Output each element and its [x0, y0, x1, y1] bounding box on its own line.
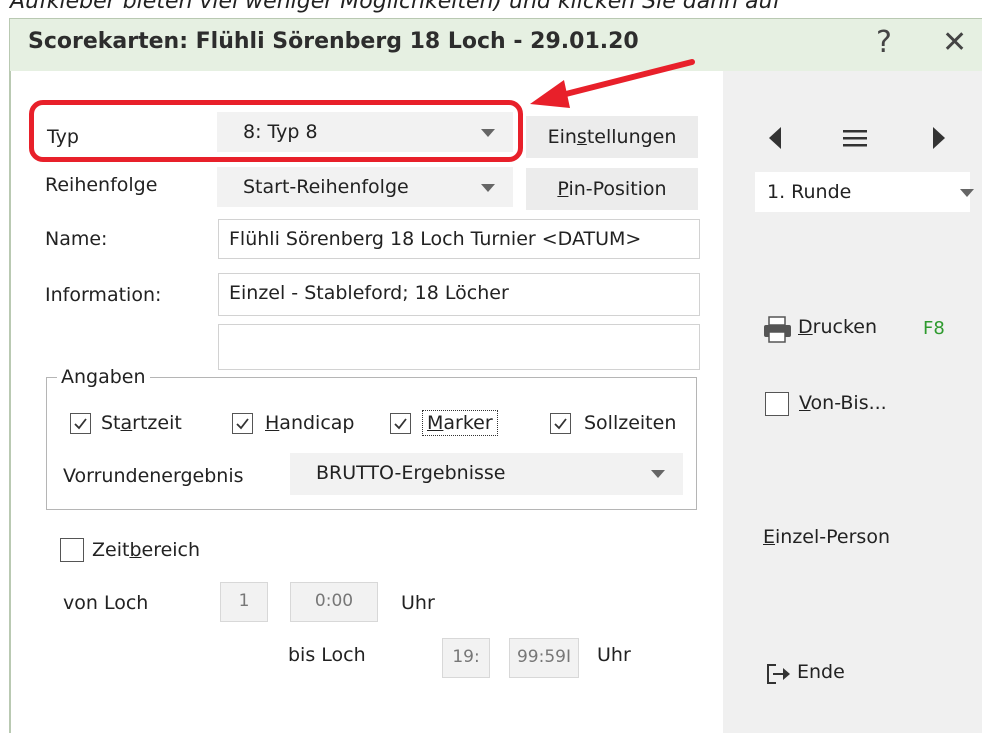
check-icon [554, 418, 567, 430]
ende-button[interactable]: Ende [766, 659, 886, 689]
startzeit-checkbox[interactable]: Startzeit [70, 410, 210, 440]
pin-position-button[interactable]: Pin-Position [526, 168, 698, 210]
typ-dropdown[interactable]: 8: Typ 8 [217, 112, 513, 152]
marker-checkbox[interactable]: Marker [390, 410, 540, 440]
zeitbereich-label: Zeitbereich [92, 539, 201, 561]
sollzeiten-checkbox[interactable]: Sollzeiten [550, 410, 695, 440]
information-label: Information: [45, 284, 162, 306]
von-loch-input[interactable]: 1 [220, 582, 268, 622]
einzel-person-button[interactable]: Einzel-Person [763, 526, 890, 548]
runde-value: 1. Runde [767, 181, 852, 203]
name-input[interactable]: Flühli Sörenberg 18 Loch Turnier <DATUM> [218, 219, 700, 259]
drucken-button[interactable]: Drucken F8 [763, 314, 963, 346]
handicap-label: Handicap [265, 412, 355, 434]
bis-loch-input[interactable]: 19: [442, 638, 490, 678]
bis-loch-label: bis Loch [288, 644, 366, 666]
handicap-checkbox[interactable]: Handicap [232, 410, 392, 440]
uhr-label-2: Uhr [597, 644, 631, 666]
startzeit-label: Startzeit [101, 412, 182, 434]
einstellungen-button[interactable]: Einstellungen [526, 116, 698, 158]
check-icon [74, 418, 87, 430]
vorrunden-label: Vorrundenergebnis [63, 465, 244, 487]
chevron-down-icon [481, 129, 495, 137]
check-icon [236, 418, 249, 430]
bis-time-input[interactable]: 99:59I [509, 638, 579, 678]
drucken-label: Drucken [798, 316, 877, 338]
printer-icon [764, 316, 791, 343]
check-icon [394, 418, 407, 430]
chevron-down-icon [960, 189, 974, 197]
reihenfolge-label: Reihenfolge [45, 174, 158, 196]
typ-label: Typ [47, 126, 79, 148]
von-bis-checkbox[interactable]: Von-Bis... [765, 392, 925, 422]
von-loch-label: von Loch [63, 592, 149, 614]
vorrunden-dropdown[interactable]: BRUTTO-Ergebnisse [290, 453, 683, 495]
menu-icon[interactable] [843, 128, 867, 148]
chevron-down-icon [481, 184, 495, 192]
next-icon[interactable] [932, 126, 946, 150]
uhr-label-1: Uhr [401, 592, 435, 614]
exit-icon [767, 664, 790, 684]
drucken-shortcut: F8 [923, 318, 945, 339]
red-arrow-icon [530, 59, 695, 108]
reihenfolge-dropdown[interactable]: Start-Reihenfolge [217, 167, 513, 207]
marker-label: Marker [422, 410, 498, 436]
information-input-2[interactable] [218, 324, 700, 370]
instruction-caption: r Aufkleber bieten viel weniger Möglichk… [0, 0, 781, 14]
name-label: Name: [45, 228, 108, 250]
vorrunden-value: BRUTTO-Ergebnisse [316, 462, 506, 484]
window-title: Scorekarten: Flühli Sörenberg 18 Loch - … [28, 29, 639, 54]
chevron-down-icon [651, 470, 665, 478]
von-bis-label: Von-Bis... [799, 392, 887, 414]
sollzeiten-label: Sollzeiten [584, 412, 677, 434]
help-button[interactable]: ? [876, 25, 892, 60]
information-input[interactable]: Einzel - Stableford; 18 Löcher [218, 273, 700, 316]
reihenfolge-value: Start-Reihenfolge [243, 176, 409, 198]
typ-value: 8: Typ 8 [243, 121, 318, 143]
angaben-legend: Angaben [57, 366, 150, 388]
window-titlebar: Scorekarten: Flühli Sörenberg 18 Loch - … [9, 18, 982, 71]
zeitbereich-checkbox[interactable]: Zeitbereich [60, 537, 220, 567]
runde-dropdown[interactable]: 1. Runde [755, 172, 974, 212]
previous-icon[interactable] [768, 126, 782, 150]
von-time-input[interactable]: 0:00 [290, 582, 378, 622]
close-button[interactable]: ✕ [942, 25, 967, 60]
ende-label: Ende [797, 661, 845, 683]
